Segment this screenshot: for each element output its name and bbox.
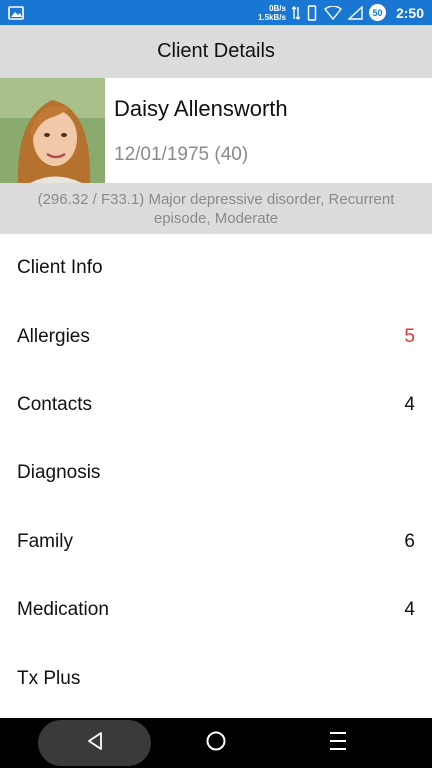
menu-item-count: 4 (404, 599, 415, 621)
menu-item-label: Tx Plus (17, 667, 81, 689)
client-profile-header: Daisy Allensworth 12/01/1975 (40) (0, 78, 432, 183)
menu-item-label: Family (17, 530, 73, 552)
menu-lines-icon (328, 730, 348, 757)
status-right: 0B/s 1.5kB/s 50 2:50 (258, 4, 424, 22)
net-down: 0B/s (269, 3, 286, 13)
menu-item-diagnosis[interactable]: Diagnosis (0, 439, 432, 507)
home-icon (205, 730, 227, 757)
diagnosis-banner: (296.32 / F33.1) Major depressive disord… (0, 183, 432, 234)
vibrate-icon (306, 4, 318, 21)
page-title: Client Details (157, 40, 275, 62)
menu-item-medication[interactable]: Medication 4 (0, 576, 432, 644)
menu-item-tx-plus[interactable]: Tx Plus (0, 644, 432, 712)
data-arrows-icon (291, 5, 300, 20)
app-bar: Client Details (0, 25, 432, 78)
menu-item-label: Client Info (17, 257, 103, 279)
home-button[interactable] (205, 730, 227, 757)
image-icon (8, 5, 24, 20)
back-button[interactable] (38, 720, 151, 766)
diagnosis-text: (296.32 / F33.1) Major depressive disord… (37, 190, 395, 227)
menu-item-count: 5 (404, 325, 415, 347)
system-nav-bar (0, 718, 432, 768)
menu-item-count: 4 (404, 393, 415, 415)
network-speed: 0B/s 1.5kB/s (258, 4, 286, 22)
net-up: 1.5kB/s (257, 12, 286, 22)
status-left (8, 5, 258, 20)
menu-item-label: Allergies (17, 325, 90, 347)
status-time: 2:50 (395, 4, 424, 21)
client-name: Daisy Allensworth (114, 95, 288, 121)
menu-item-label: Diagnosis (17, 462, 101, 484)
menu-item-label: Medication (17, 599, 109, 621)
status-bar: 0B/s 1.5kB/s 50 2:50 (0, 0, 432, 25)
client-info-block: Daisy Allensworth 12/01/1975 (40) (105, 78, 288, 183)
back-icon (86, 731, 104, 756)
client-dob: 12/01/1975 (40) (114, 143, 249, 165)
menu-item-client-info[interactable]: Client Info (0, 234, 432, 302)
menu-item-allergies[interactable]: Allergies 5 (0, 302, 432, 370)
menu-item-contacts[interactable]: Contacts 4 (0, 371, 432, 439)
wifi-icon (323, 5, 342, 20)
signal-icon (347, 5, 363, 20)
battery-icon: 50 (368, 4, 386, 21)
menu-item-count: 6 (404, 530, 415, 552)
menu-button[interactable] (327, 731, 349, 755)
client-menu-list: Client Info Allergies 5 Contacts 4 Diagn… (0, 234, 432, 713)
client-avatar (0, 78, 105, 183)
menu-item-family[interactable]: Family 6 (0, 508, 432, 576)
menu-item-label: Contacts (17, 393, 92, 415)
